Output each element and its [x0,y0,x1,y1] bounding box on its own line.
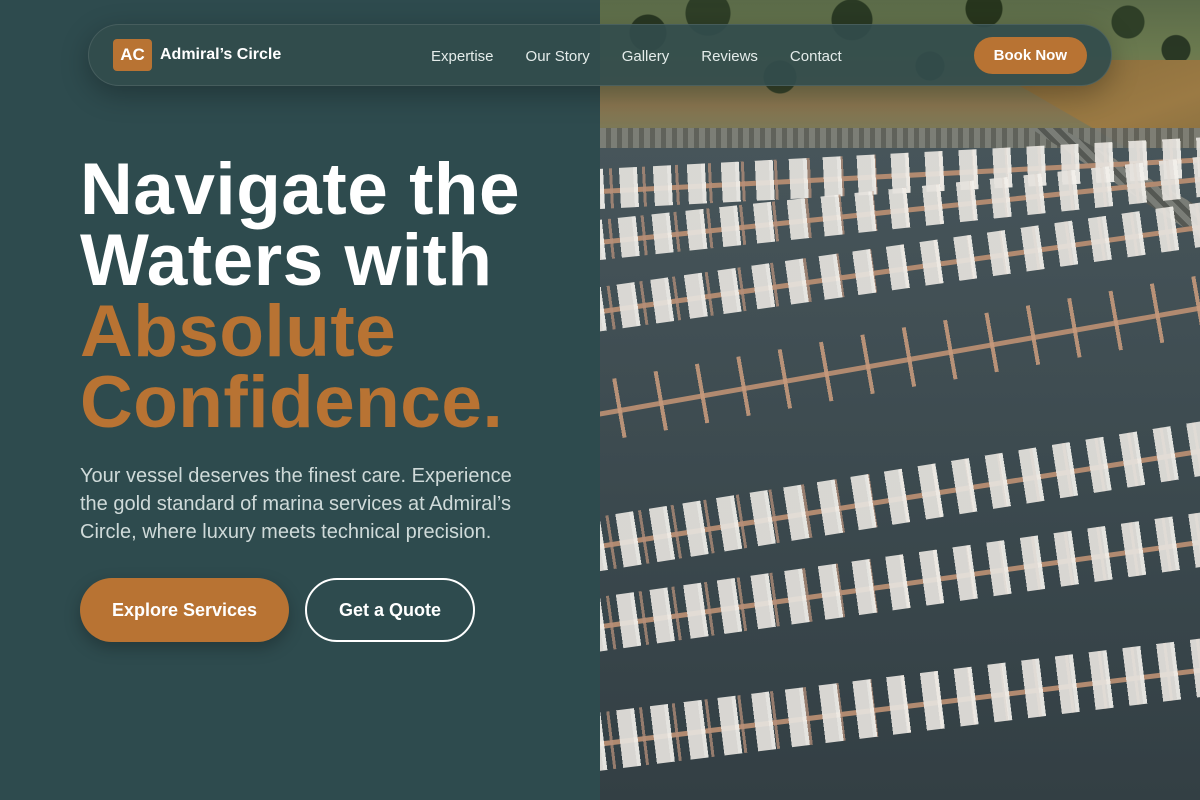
headline-line: Waters with [80,220,493,301]
nav-links: Expertise Our Story Gallery Reviews Cont… [431,25,842,87]
top-navbar: AC Admiral’s Circle Expertise Our Story … [88,24,1112,86]
headline-accent-line: Confidence. [80,362,504,443]
get-a-quote-button[interactable]: Get a Quote [305,578,475,642]
headline-line: Navigate the [80,149,521,230]
nav-link-our-story[interactable]: Our Story [526,48,590,65]
headline-accent-line: Absolute [80,291,397,372]
hero-cta-group: Explore Services Get a Quote [80,578,580,642]
brand-logo[interactable]: AC Admiral’s Circle [113,39,281,71]
nav-link-reviews[interactable]: Reviews [701,48,758,65]
hero-headline: Navigate the Waters with Absolute Confid… [80,149,580,443]
book-now-button[interactable]: Book Now [973,37,1087,74]
brand-name: Admiral’s Circle [160,46,282,63]
hero-section: Navigate the Waters with Absolute Confid… [80,149,580,642]
nav-link-gallery[interactable]: Gallery [622,48,670,65]
hero-marina-photo [600,0,1200,800]
explore-services-button[interactable]: Explore Services [80,578,289,642]
brand-badge: AC [113,39,152,71]
nav-link-expertise[interactable]: Expertise [431,48,494,65]
nav-link-contact[interactable]: Contact [790,48,842,65]
hero-subtitle: Your vessel deserves the finest care. Ex… [80,465,512,543]
